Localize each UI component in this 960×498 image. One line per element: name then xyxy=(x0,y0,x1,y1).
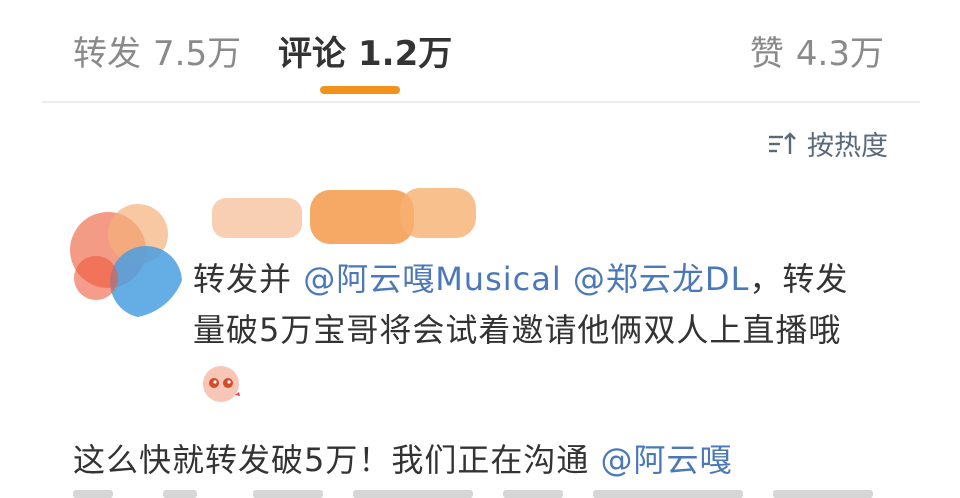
avatar-scribble-image xyxy=(68,200,186,318)
username-redacted[interactable] xyxy=(210,184,480,250)
cute-emoji-icon xyxy=(199,361,243,405)
tab-repost-label: 转发 xyxy=(73,34,141,74)
truncated-next-line xyxy=(73,490,893,498)
sort-label: 按热度 xyxy=(807,131,888,162)
comment-text-prefix: 转发并 xyxy=(193,260,304,298)
sort-by-hot-button[interactable]: 按热度 xyxy=(767,124,888,163)
comment-text: 转发并 @阿云嘎Musical @郑云龙DL，转发量破5万宝哥将会试着邀请他俩双… xyxy=(193,254,873,407)
redaction-scribble xyxy=(212,188,476,244)
mention-link[interactable]: @阿云嘎 xyxy=(601,441,733,479)
tab-like-count: 4.3万 xyxy=(795,34,884,74)
tab-comment[interactable]: 评论 1.2万 xyxy=(278,26,452,75)
tab-like-label: 赞 xyxy=(749,34,784,74)
mention-link[interactable]: @阿云嘎Musical xyxy=(303,260,562,298)
comment-tabs: 转发 7.5万 评论 1.2万 赞 4.3万 xyxy=(0,0,960,100)
tab-repost-count: 7.5万 xyxy=(153,34,242,74)
tabs-divider xyxy=(42,101,920,103)
active-tab-indicator xyxy=(320,86,400,94)
mention-link[interactable]: @郑云龙DL xyxy=(573,260,749,298)
tab-comment-label: 评论 xyxy=(278,34,346,74)
reply-text-body: 这么快就转发破5万！我们正在沟通 xyxy=(73,441,601,479)
reply-text: 这么快就转发破5万！我们正在沟通 @阿云嘎 xyxy=(73,435,903,485)
tab-comment-count: 1.2万 xyxy=(358,34,453,74)
user-avatar[interactable] xyxy=(68,200,186,318)
tab-repost[interactable]: 转发 7.5万 xyxy=(73,26,241,75)
sort-icon xyxy=(769,131,796,154)
tab-like[interactable]: 赞 4.3万 xyxy=(750,26,884,75)
